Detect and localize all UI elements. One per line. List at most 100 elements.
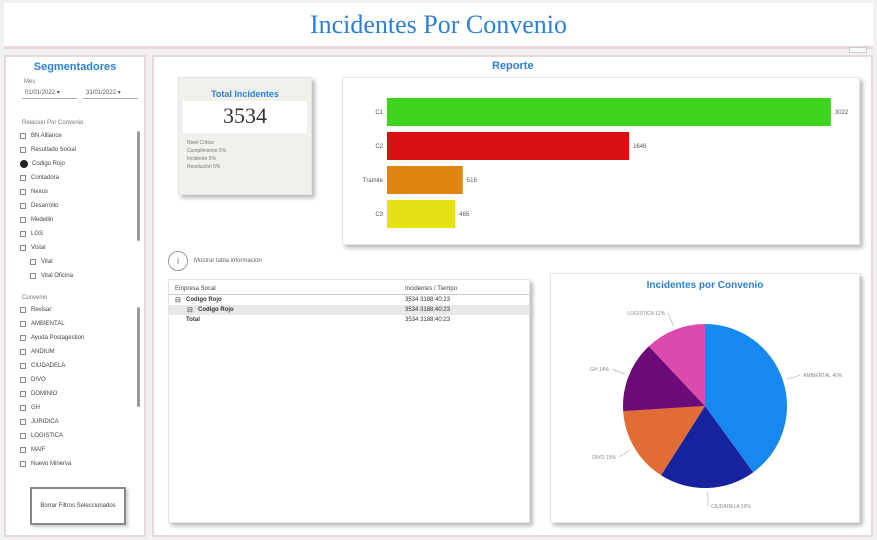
- checkbox-icon[interactable]: [20, 189, 26, 195]
- bar-chart: C1 3022 C2 1648 Tramite 516 C3 465: [363, 98, 849, 228]
- table-col-incidents[interactable]: Incidentes / Tiempo: [405, 286, 525, 292]
- total-note: Resolución 5%: [187, 164, 221, 170]
- info-icon[interactable]: i: [168, 251, 188, 271]
- table-cell-company: Total: [175, 317, 405, 323]
- checkbox-icon[interactable]: [20, 349, 26, 355]
- convenio-relation-list: BN Alliance Resultado Social Codigo Rojo Co…: [20, 129, 144, 287]
- checkbox-icon[interactable]: [20, 335, 26, 341]
- info-toggle[interactable]: i Mostrar tabla informacion: [168, 251, 262, 271]
- row-name: Codigo Rojo: [186, 297, 222, 303]
- table-body: ⊟ Codigo Rojo 3534 3188:40:23 ⊟ Codigo Rojo 3…: [169, 295, 529, 325]
- list-item-label: Revisar: [31, 307, 52, 313]
- pie-chart-card: Incidentes por Convenio AMBIENTAL 40% CIU…: [550, 273, 860, 523]
- total-card-value: 3534: [183, 101, 307, 133]
- convenio-item[interactable]: CIUDADELA: [20, 359, 144, 373]
- table-cell-incidents: 3534 3188:40:23: [405, 307, 451, 313]
- convenio-relation-item[interactable]: Contadora: [20, 171, 144, 185]
- convenio-item[interactable]: GH: [20, 401, 144, 415]
- bar[interactable]: [387, 166, 463, 194]
- convenio-item[interactable]: Nuevo Minerva: [20, 457, 144, 471]
- checkbox-icon[interactable]: [20, 133, 26, 139]
- list-item-label: CIUDADELA: [31, 363, 66, 369]
- checkbox-icon[interactable]: [20, 307, 26, 313]
- checkbox-icon[interactable]: [20, 245, 26, 251]
- checkbox-icon[interactable]: [20, 377, 26, 383]
- convenio-item[interactable]: Revisar: [20, 303, 144, 317]
- list-item-label: Vistal: [31, 245, 46, 251]
- convenio-relation-item[interactable]: Medellin: [20, 213, 144, 227]
- date-range: 01/01/2022 ▾ 31/01/2022 ▾: [22, 87, 138, 99]
- list-item-label: GH: [31, 405, 40, 411]
- convenio-relation-item[interactable]: Resultado Social: [20, 143, 144, 157]
- date-to-input[interactable]: 31/01/2022 ▾: [83, 87, 138, 99]
- table-row[interactable]: Total 3534 3188:40:23: [169, 315, 529, 325]
- radio-selected-icon[interactable]: [20, 160, 28, 168]
- convenio-item[interactable]: AMBIENTAL: [20, 317, 144, 331]
- page-header: Incidentes Por Convenio: [4, 3, 873, 53]
- convenio-item[interactable]: JURIDICA: [20, 415, 144, 429]
- table-col-company[interactable]: Empresa Socal: [175, 286, 405, 292]
- convenio-relation-item[interactable]: Codigo Rojo: [20, 157, 144, 171]
- pie-leader-line: [618, 449, 632, 458]
- checkbox-icon[interactable]: [20, 363, 26, 369]
- bar[interactable]: [387, 200, 456, 228]
- date-from-input[interactable]: 01/01/2022 ▾: [22, 87, 77, 99]
- bar-category-label: C1: [375, 110, 383, 116]
- list2-scrollbar[interactable]: [137, 307, 140, 407]
- page-title: Incidentes Por Convenio: [309, 9, 568, 39]
- list-item-label: Nexus: [31, 189, 49, 195]
- table-row[interactable]: ⊟ Codigo Rojo 3534 3188:40:23: [169, 295, 529, 305]
- convenio-relation-item[interactable]: Vital: [20, 255, 144, 269]
- checkbox-icon[interactable]: [20, 419, 26, 425]
- pie-leader-line: [786, 374, 801, 380]
- checkbox-icon[interactable]: [20, 175, 26, 181]
- convenio-item[interactable]: ANDIUM: [20, 345, 144, 359]
- convenio-item[interactable]: Ayuda Postagestion: [20, 331, 144, 345]
- convenio-relation-label: Relacion Por Convenio: [22, 120, 84, 126]
- convenio-item[interactable]: DIVO: [20, 373, 144, 387]
- filter-sidebar: Segmentadores Mes 01/01/2022 ▾ 31/01/202…: [4, 55, 146, 537]
- row-name: Total: [186, 317, 200, 323]
- list-item-label: Vital Oficina: [41, 273, 73, 279]
- expand-icon[interactable]: ⊟: [187, 306, 195, 314]
- reset-filters-button[interactable]: Borrar Filtros Seleccionados: [30, 487, 126, 525]
- checkbox-icon[interactable]: [20, 391, 26, 397]
- list-item-label: JURIDICA: [31, 419, 59, 425]
- convenio-item[interactable]: DOMINIO: [20, 387, 144, 401]
- list-item-label: Contadora: [31, 175, 60, 181]
- checkbox-icon[interactable]: [20, 405, 26, 411]
- checkbox-icon[interactable]: [30, 259, 36, 265]
- expand-icon[interactable]: ⊟: [175, 296, 183, 304]
- checkbox-icon[interactable]: [20, 433, 26, 439]
- convenio-relation-item[interactable]: LGS: [20, 227, 144, 241]
- list1-scrollbar[interactable]: [137, 131, 140, 241]
- checkbox-icon[interactable]: [20, 231, 26, 237]
- table-row[interactable]: ⊟ Codigo Rojo 3534 3188:40:23: [169, 305, 529, 315]
- checkbox-icon[interactable]: [20, 321, 26, 327]
- header-control[interactable]: [849, 47, 867, 53]
- checkbox-icon[interactable]: [30, 273, 36, 279]
- convenio-item[interactable]: LOGISTICA: [20, 429, 144, 443]
- report-title: Reporte: [492, 60, 534, 72]
- bar[interactable]: [387, 132, 630, 160]
- convenio-relation-item[interactable]: Desarrollo: [20, 199, 144, 213]
- checkbox-icon[interactable]: [20, 461, 26, 467]
- convenio-relation-item[interactable]: Vital Oficina: [20, 269, 144, 283]
- checkbox-icon[interactable]: [20, 447, 26, 453]
- list-item-label: LOGISTICA: [31, 433, 64, 439]
- bar-category-label: Tramite: [363, 178, 384, 184]
- pie-chart: AMBIENTAL 40% CIUDADELA 19% DIVO 15% GH 14%…: [590, 311, 843, 510]
- list-item-label: Resultado Social: [31, 147, 77, 153]
- checkbox-icon[interactable]: [20, 217, 26, 223]
- list-item-label: Codigo Rojo: [32, 161, 66, 167]
- pie-slice-label: CIUDADELA 19%: [711, 504, 751, 510]
- checkbox-icon[interactable]: [20, 203, 26, 209]
- convenio-relation-item[interactable]: Vistal: [20, 241, 144, 255]
- convenio-relation-item[interactable]: BN Alliance: [20, 129, 144, 143]
- list-item-label: Desarrollo: [31, 203, 59, 209]
- convenio-relation-item[interactable]: Nexus: [20, 185, 144, 199]
- bar[interactable]: [387, 98, 831, 126]
- checkbox-icon[interactable]: [20, 147, 26, 153]
- convenio-item[interactable]: MAIF: [20, 443, 144, 457]
- date-label: Mes: [24, 79, 36, 85]
